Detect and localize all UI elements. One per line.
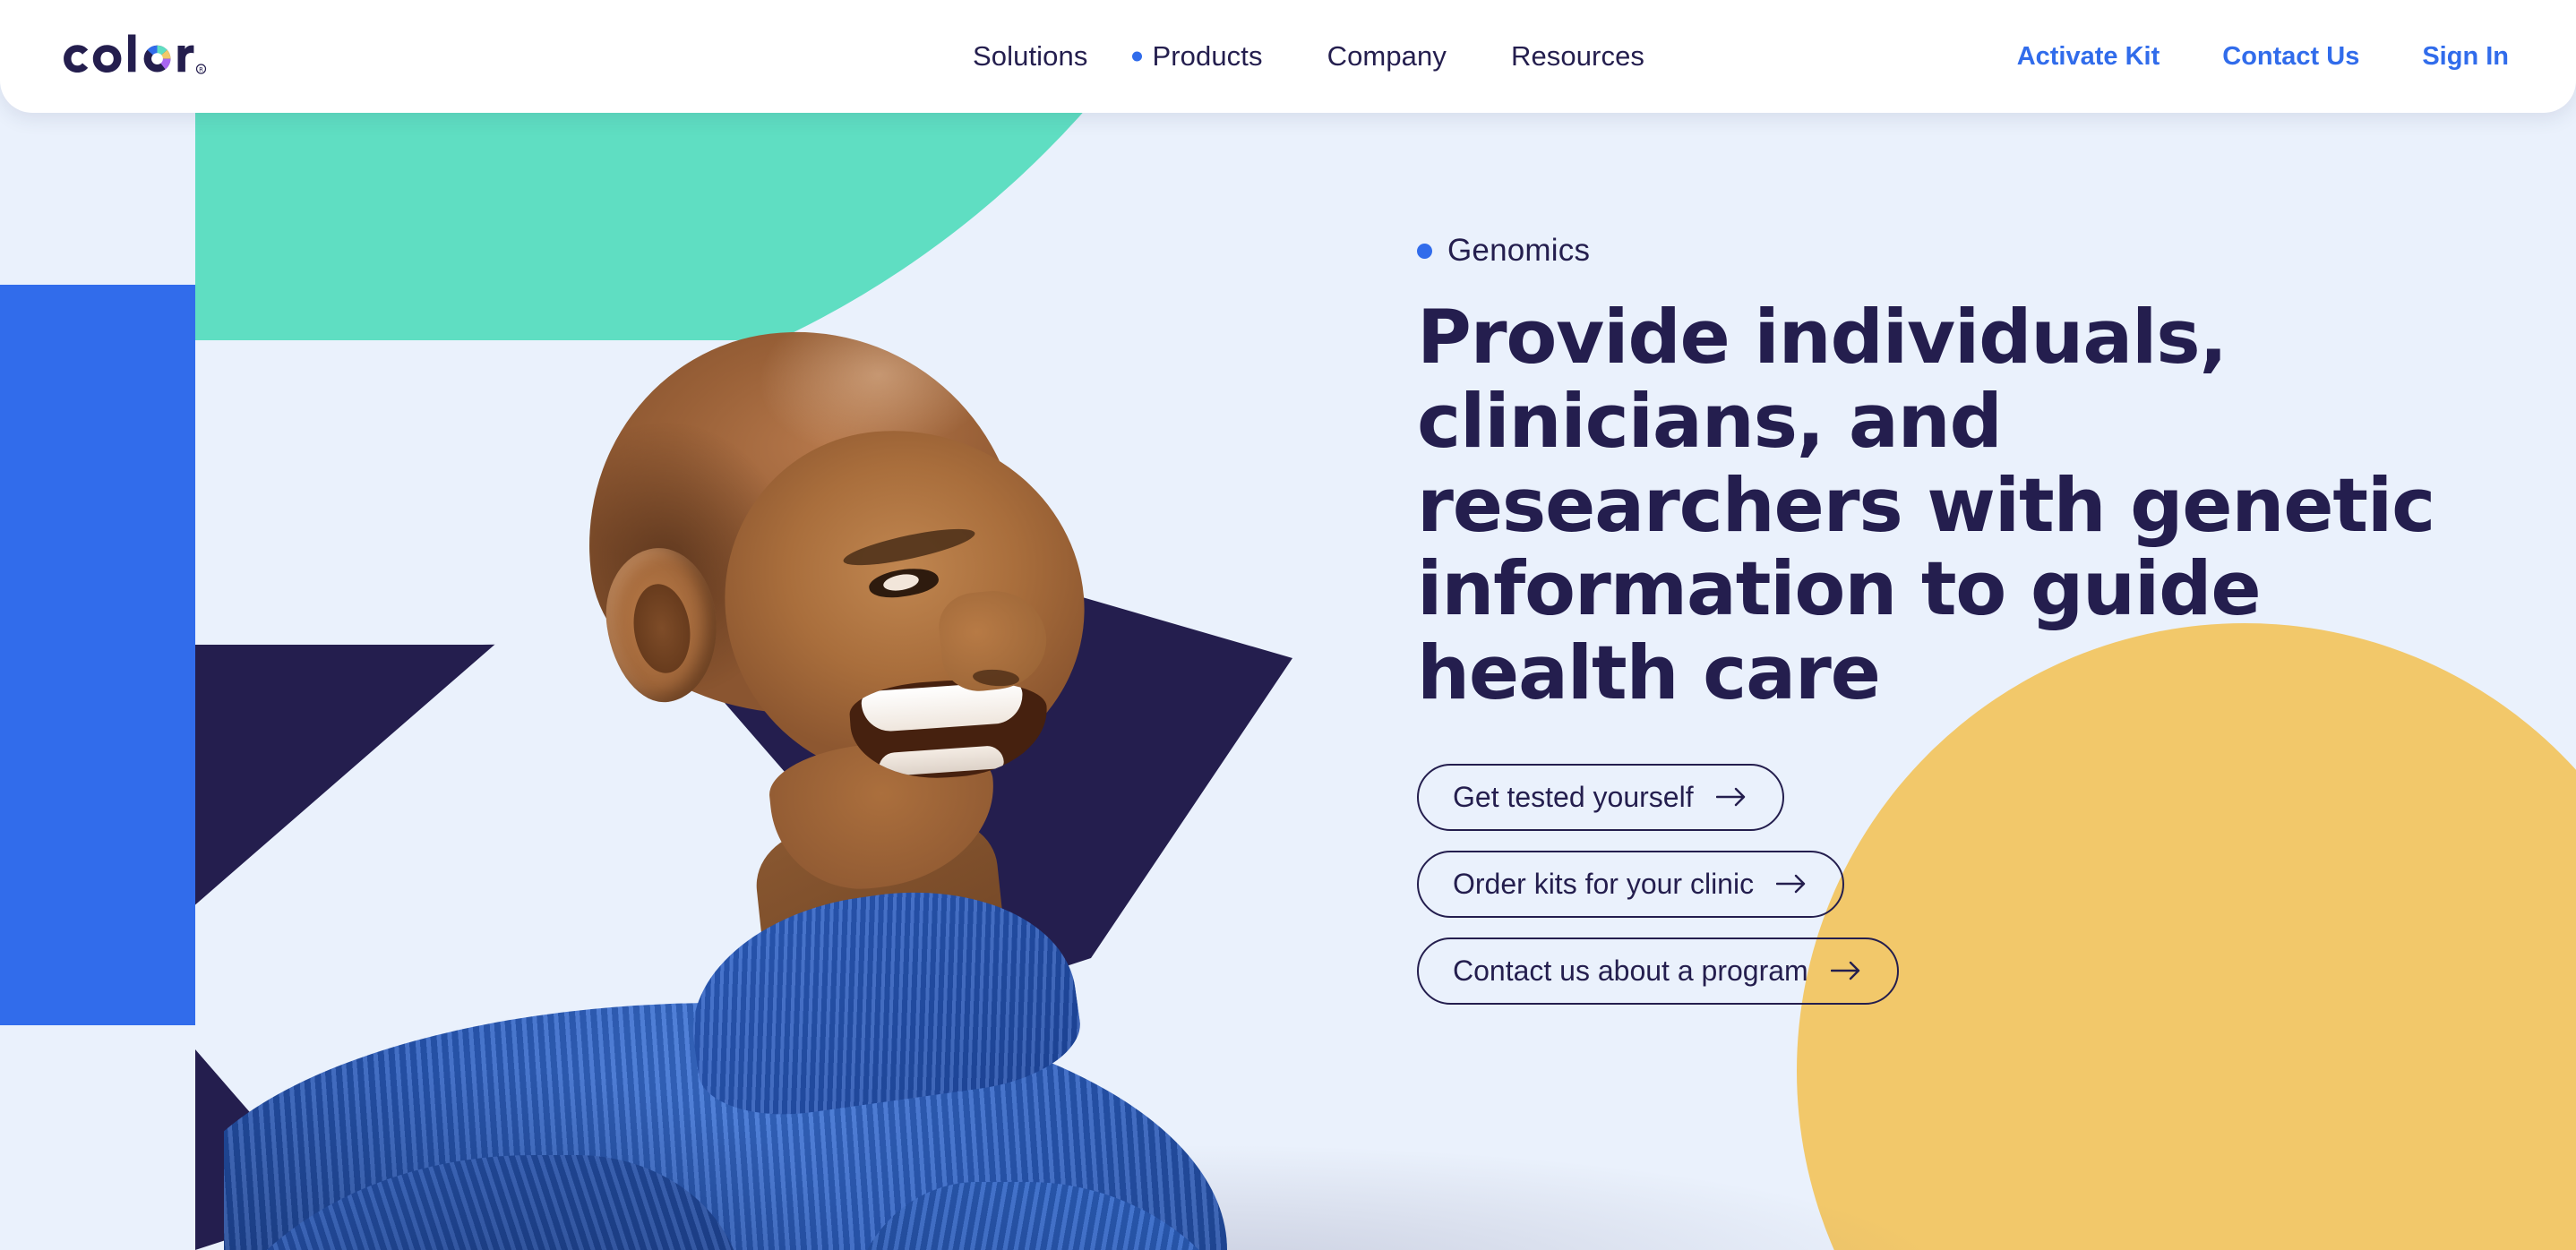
sign-in-link[interactable]: Sign In <box>2391 42 2540 72</box>
contact-us-link[interactable]: Contact Us <box>2191 42 2391 72</box>
hero-eyebrow: Genomics <box>1417 233 2492 269</box>
eyebrow-dot-icon <box>1417 243 1432 259</box>
nav-item-products[interactable]: Products <box>1120 40 1294 73</box>
nav-active-dot-icon <box>1132 51 1143 62</box>
cta-label: Order kits for your clinic <box>1453 867 1755 900</box>
page-root: R Solutions Products Company Resources A… <box>0 0 2576 1250</box>
get-tested-yourself-button[interactable]: Get tested yourself <box>1417 763 1784 831</box>
hero-content: Genomics Provide individuals, clinicians… <box>1417 233 2492 1005</box>
color-ring-logo-icon: R <box>64 34 207 74</box>
nav-item-company[interactable]: Company <box>1295 40 1479 73</box>
arrow-right-icon <box>1830 961 1861 980</box>
nav-item-resources[interactable]: Resources <box>1479 40 1677 73</box>
nav-item-solutions[interactable]: Solutions <box>940 40 1120 73</box>
site-header: R Solutions Products Company Resources A… <box>0 0 2576 113</box>
color-logo[interactable]: R <box>56 34 213 79</box>
order-kits-for-your-clinic-button[interactable]: Order kits for your clinic <box>1417 850 1845 918</box>
arrow-right-icon <box>1776 874 1807 894</box>
svg-text:R: R <box>199 66 203 73</box>
activate-kit-link[interactable]: Activate Kit <box>1986 42 2192 72</box>
nav-item-label: Resources <box>1510 40 1645 72</box>
primary-navigation: Solutions Products Company Resources <box>940 0 1677 113</box>
nav-item-label: Products <box>1152 40 1263 72</box>
nav-item-label: Solutions <box>973 40 1088 72</box>
page-title: Provide individuals, clinicians, and res… <box>1417 294 2435 717</box>
contact-us-about-a-program-button[interactable]: Contact us about a program <box>1417 937 1899 1005</box>
utility-navigation: Activate Kit Contact Us Sign In <box>1986 0 2540 113</box>
blue-rectangle-shape <box>0 285 195 1025</box>
arrow-right-icon <box>1715 787 1747 807</box>
eyebrow-label: Genomics <box>1447 233 1591 268</box>
hero-cta-list: Get tested yourself Order kits for your … <box>1417 763 2492 1005</box>
cta-label: Get tested yourself <box>1453 780 1694 813</box>
cta-label: Contact us about a program <box>1453 954 1808 987</box>
nav-item-label: Company <box>1327 40 1447 72</box>
